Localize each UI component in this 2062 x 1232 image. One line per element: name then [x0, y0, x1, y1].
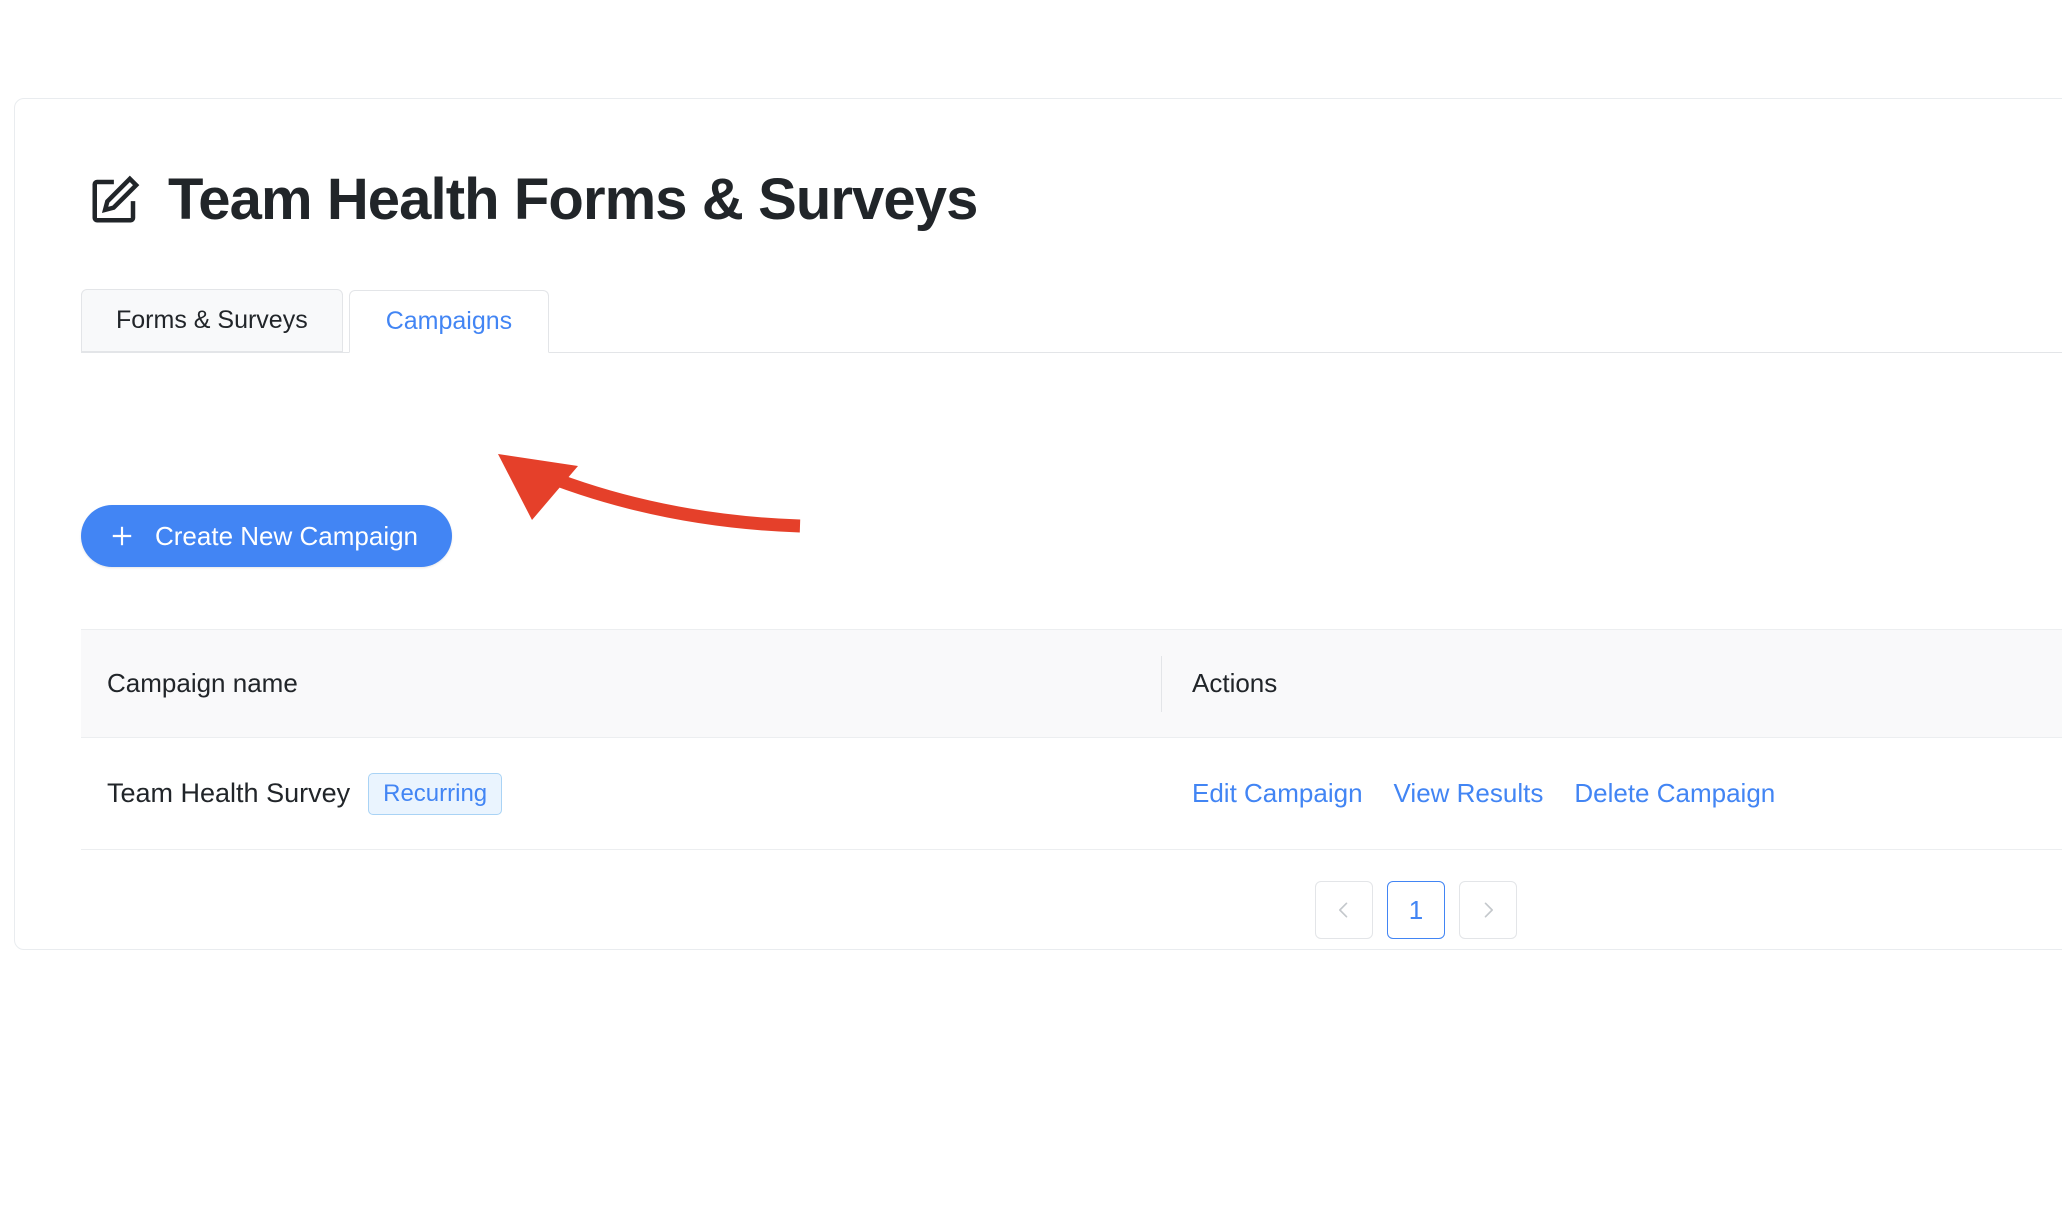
tab-forms-and-surveys[interactable]: Forms & Surveys [81, 289, 343, 352]
view-results-link[interactable]: View Results [1394, 778, 1544, 809]
pagination-page-1-button[interactable]: 1 [1387, 881, 1445, 939]
tab-campaigns-label: Campaigns [385, 307, 513, 335]
chevron-left-icon [1334, 900, 1354, 920]
plus-icon [109, 523, 135, 549]
chevron-right-icon [1478, 900, 1498, 920]
edit-campaign-link[interactable]: Edit Campaign [1192, 778, 1363, 809]
pagination: 1 [1315, 881, 1517, 939]
tab-forms-and-surveys-label: Forms & Surveys [116, 306, 308, 334]
cell-actions: Edit Campaign View Results Delete Campai… [1162, 778, 1775, 809]
table-row: Team Health Survey Recurring Edit Campai… [81, 738, 2062, 850]
campaigns-table: Campaign name Actions Team Health Survey… [81, 629, 2062, 850]
edit-square-icon [88, 173, 142, 227]
cell-campaign-name: Team Health Survey Recurring [81, 772, 1161, 815]
pagination-previous-button[interactable] [1315, 881, 1373, 939]
column-header-campaign-name: Campaign name [107, 668, 298, 698]
create-new-campaign-label: Create New Campaign [155, 521, 419, 551]
status-badge: Recurring [368, 772, 503, 815]
pagination-next-button[interactable] [1459, 881, 1517, 939]
page-title: Team Health Forms & Surveys [168, 167, 978, 232]
campaign-name-text: Team Health Survey [107, 778, 351, 808]
column-header-actions: Actions [1192, 668, 1278, 698]
tab-campaigns[interactable]: Campaigns [348, 290, 550, 353]
table-header-row: Campaign name Actions [81, 629, 2062, 738]
create-new-campaign-button[interactable]: Create New Campaign [81, 505, 453, 567]
page-header: Team Health Forms & Surveys [88, 167, 978, 232]
tab-bar: Forms & Surveys Campaigns [81, 289, 2062, 353]
campaigns-card: Team Health Forms & Surveys Forms & Surv… [14, 98, 2062, 950]
delete-campaign-link[interactable]: Delete Campaign [1574, 778, 1775, 809]
